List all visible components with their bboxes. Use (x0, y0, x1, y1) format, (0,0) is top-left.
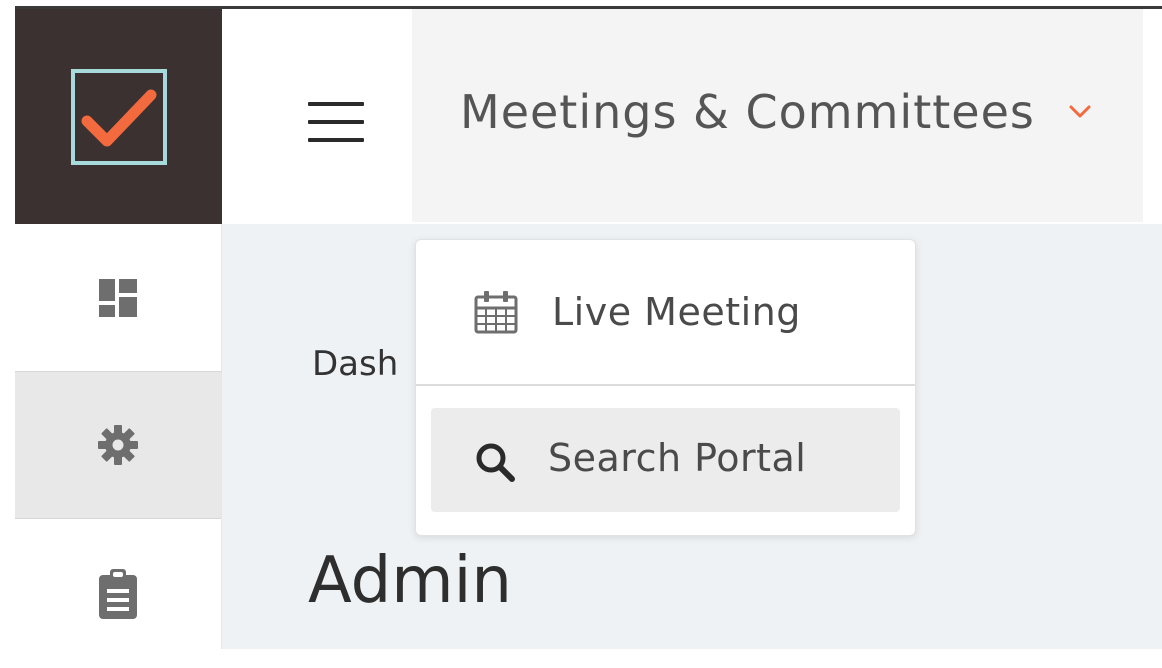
page-title: Admin (308, 544, 512, 618)
sidebar-item-tasks[interactable] (15, 520, 221, 668)
calendar-icon (474, 290, 518, 334)
hamburger-line (308, 138, 364, 142)
breadcrumb[interactable]: Dash (312, 344, 398, 384)
search-icon (474, 441, 516, 483)
menu-item-label: Live Meeting (552, 290, 801, 334)
meetings-dropdown-menu: Live Meeting Search Portal (415, 239, 916, 536)
checkmark-icon (81, 89, 156, 146)
top-header: Meetings & Committees (222, 9, 1162, 224)
hamburger-line (308, 102, 364, 106)
sidebar-item-dashboard[interactable] (15, 224, 221, 372)
checkmark-logo-frame (70, 68, 167, 165)
meetings-committees-menu[interactable]: Meetings & Committees (412, 9, 1143, 222)
sidebar-item-settings[interactable] (15, 371, 221, 519)
clipboard-icon (99, 569, 137, 619)
dashboard-icon (99, 279, 137, 317)
menu-item-label: Search Portal (548, 436, 807, 480)
hamburger-line (308, 120, 364, 124)
gear-icon (98, 425, 138, 465)
left-margin (0, 0, 15, 649)
sidebar (15, 224, 222, 649)
menu-item-live-meeting[interactable]: Live Meeting (416, 240, 915, 386)
nav-menu-title: Meetings & Committees (460, 85, 1035, 139)
app-logo[interactable] (15, 9, 222, 224)
hamburger-menu-icon[interactable] (308, 102, 364, 142)
chevron-down-icon (1069, 105, 1091, 118)
menu-item-search-portal[interactable]: Search Portal (431, 408, 900, 512)
